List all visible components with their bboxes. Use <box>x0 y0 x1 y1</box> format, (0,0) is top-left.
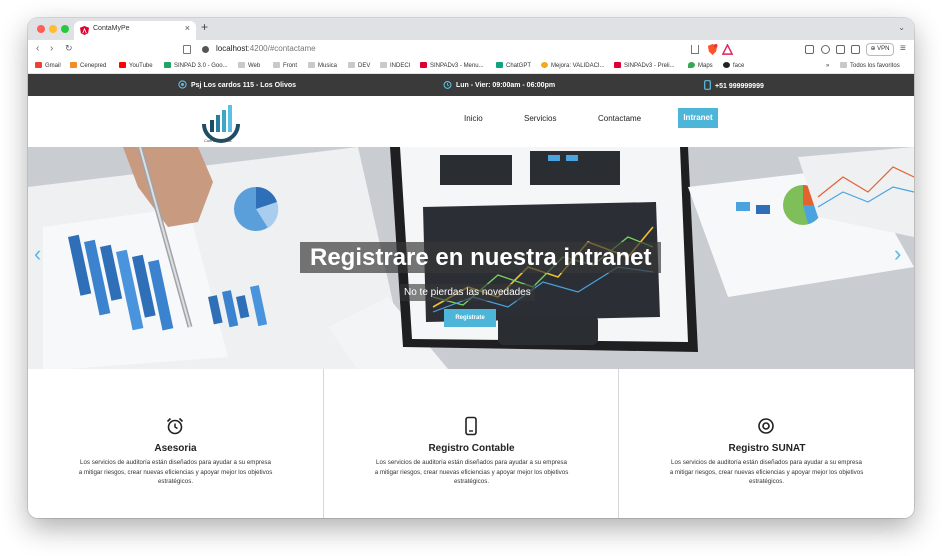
bookmark-folder-indeci[interactable]: INDECI <box>380 62 410 71</box>
hero-title: Registrare en nuestra intranet <box>300 242 662 273</box>
bookmark-youtube[interactable]: YouTube <box>119 62 153 71</box>
alarm-clock-icon <box>443 80 452 89</box>
mobile-phone-icon <box>465 416 477 436</box>
maps-icon <box>688 62 695 68</box>
bookmark-chatgpt[interactable]: ChatGPT <box>496 62 531 71</box>
tab-strip: ContaMyPe × + ⌄ <box>28 18 914 40</box>
sidebar-icon[interactable] <box>836 45 845 54</box>
extensions-icon[interactable] <box>821 45 830 54</box>
phone-info: +51 999999999 <box>704 80 764 90</box>
gmail-icon <box>35 62 42 68</box>
vpn-label: VPN <box>877 46 890 52</box>
address-bar[interactable]: localhost:4200/#contactame <box>216 44 316 53</box>
carousel-prev-arrow-icon[interactable]: ‹ <box>34 243 41 265</box>
browser-tab-active[interactable]: ContaMyPe × <box>74 21 196 40</box>
tab-close-icon[interactable]: × <box>185 24 190 33</box>
bookmark-folder-front[interactable]: Front <box>273 62 297 71</box>
site-info-icon[interactable] <box>202 46 209 53</box>
folder-icon <box>238 62 245 68</box>
all-bookmarks-button[interactable]: Todos los favoritos <box>840 62 900 71</box>
nav-link-servicios[interactable]: Servicios <box>524 114 556 123</box>
bookmark-page-icon[interactable] <box>183 45 191 54</box>
mobile-phone-icon <box>704 80 711 90</box>
folder-icon <box>840 62 847 68</box>
folder-icon <box>348 62 355 68</box>
bookmark-sinpad-drive[interactable]: SINPAD 3.0 - Goo... <box>164 62 228 71</box>
folder-icon <box>273 62 280 68</box>
hours-info: Lun - Vier: 09:00am - 06:00pm <box>443 80 555 89</box>
nav-link-inicio[interactable]: Inicio <box>464 114 483 123</box>
service-description: Los servicios de auditoría están diseñad… <box>374 459 569 485</box>
brave-rewards-icon[interactable] <box>722 44 733 55</box>
service-card-registro-sunat: Registro SUNAT Los servicios de auditorí… <box>618 369 914 518</box>
bookmarks-bar: Gmail Cenepred YouTube SINPAD 3.0 - Goo.… <box>28 60 914 74</box>
youtube-icon <box>119 62 126 68</box>
service-title: Registro SUNAT <box>728 443 806 454</box>
url-host: localhost <box>216 44 248 53</box>
hero-subtitle: No te pierdas las novedades <box>400 284 535 301</box>
service-title: Registro Contable <box>428 443 515 454</box>
services-section: Asesoria Los servicios de auditoría está… <box>28 369 914 518</box>
folder-icon <box>308 62 315 68</box>
cenepred-icon <box>70 62 77 68</box>
minimize-window-button[interactable] <box>49 25 57 33</box>
bookmark-sinpad-preli[interactable]: SINPADv3 - Preli... <box>614 62 675 71</box>
service-card-asesoria: Asesoria Los servicios de auditoría está… <box>28 369 323 518</box>
intranet-button[interactable]: Intranet <box>678 108 718 128</box>
menu-icon[interactable]: ≡ <box>900 43 906 54</box>
location-pin-icon <box>178 80 187 89</box>
nav-link-contactame[interactable]: Contactame <box>598 114 641 123</box>
contact-info-bar: Psj Los cardos 115 - Los Olivos Lun - Vi… <box>28 74 914 96</box>
location-pin-icon <box>758 418 774 434</box>
alarm-clock-icon <box>166 417 184 435</box>
service-description: Los servicios de auditoría están diseñad… <box>669 459 864 485</box>
service-title: Asesoria <box>154 443 197 454</box>
bookmark-folder-musica[interactable]: Musica <box>308 62 337 71</box>
logo-text: Cuentas Claras <box>204 138 232 143</box>
bookmark-folder-web[interactable]: Web <box>238 62 260 71</box>
picture-in-picture-icon[interactable] <box>805 45 814 54</box>
bookmark-sinpad-menu[interactable]: SINPADv3 - Menu... <box>420 62 484 71</box>
url-path: :4200/#contactame <box>247 44 316 53</box>
service-card-registro-contable: Registro Contable Los servicios de audit… <box>323 369 618 518</box>
forward-arrow-icon[interactable]: › <box>50 44 53 54</box>
service-description: Los servicios de auditoría están diseñad… <box>78 459 273 485</box>
bookmark-maps[interactable]: Maps <box>688 62 713 71</box>
github-icon <box>723 62 730 68</box>
mejora-icon <box>541 62 548 68</box>
tab-title: ContaMyPe <box>93 25 130 32</box>
back-arrow-icon[interactable]: ‹ <box>36 44 39 54</box>
brave-shield-icon[interactable] <box>707 44 718 55</box>
bookmark-mejora[interactable]: Mejora: VALIDACI... <box>541 62 605 71</box>
site-navbar: Cuentas Claras Inicio Servicios Contacta… <box>28 96 914 147</box>
register-button[interactable]: Registrate <box>444 309 496 327</box>
carousel-next-arrow-icon[interactable]: › <box>894 243 901 265</box>
folder-icon <box>380 62 387 68</box>
address-info: Psj Los cardos 115 - Los Olivos <box>178 80 296 89</box>
bookmark-cenepred[interactable]: Cenepred <box>70 62 106 71</box>
close-window-button[interactable] <box>37 25 45 33</box>
angular-icon <box>614 62 621 68</box>
chatgpt-icon <box>496 62 503 68</box>
vpn-button[interactable]: ⊕ VPN <box>866 43 894 56</box>
maximize-window-button[interactable] <box>61 25 69 33</box>
wallet-icon[interactable] <box>851 45 860 54</box>
bookmark-face[interactable]: face <box>723 62 744 71</box>
angular-icon <box>420 62 427 68</box>
drive-icon <box>164 62 171 68</box>
bookmark-gmail[interactable]: Gmail <box>35 62 61 71</box>
reload-icon[interactable]: ↻ <box>65 44 73 53</box>
browser-window: ContaMyPe × + ⌄ ‹ › ↻ localhost:4200/#co… <box>28 18 914 518</box>
hero-carousel: ‹ › Registrare en nuestra intranet No te… <box>28 147 914 369</box>
bookmarks-overflow-button[interactable]: » <box>826 62 829 71</box>
browser-toolbar: ‹ › ↻ localhost:4200/#contactame ⊕ VPN ≡ <box>28 40 914 60</box>
share-icon[interactable] <box>691 45 699 54</box>
tab-search-chevron-icon[interactable]: ⌄ <box>898 23 905 32</box>
new-tab-button[interactable]: + <box>201 21 208 33</box>
angular-icon <box>80 26 89 35</box>
bookmark-folder-dev[interactable]: DEV <box>348 62 370 71</box>
